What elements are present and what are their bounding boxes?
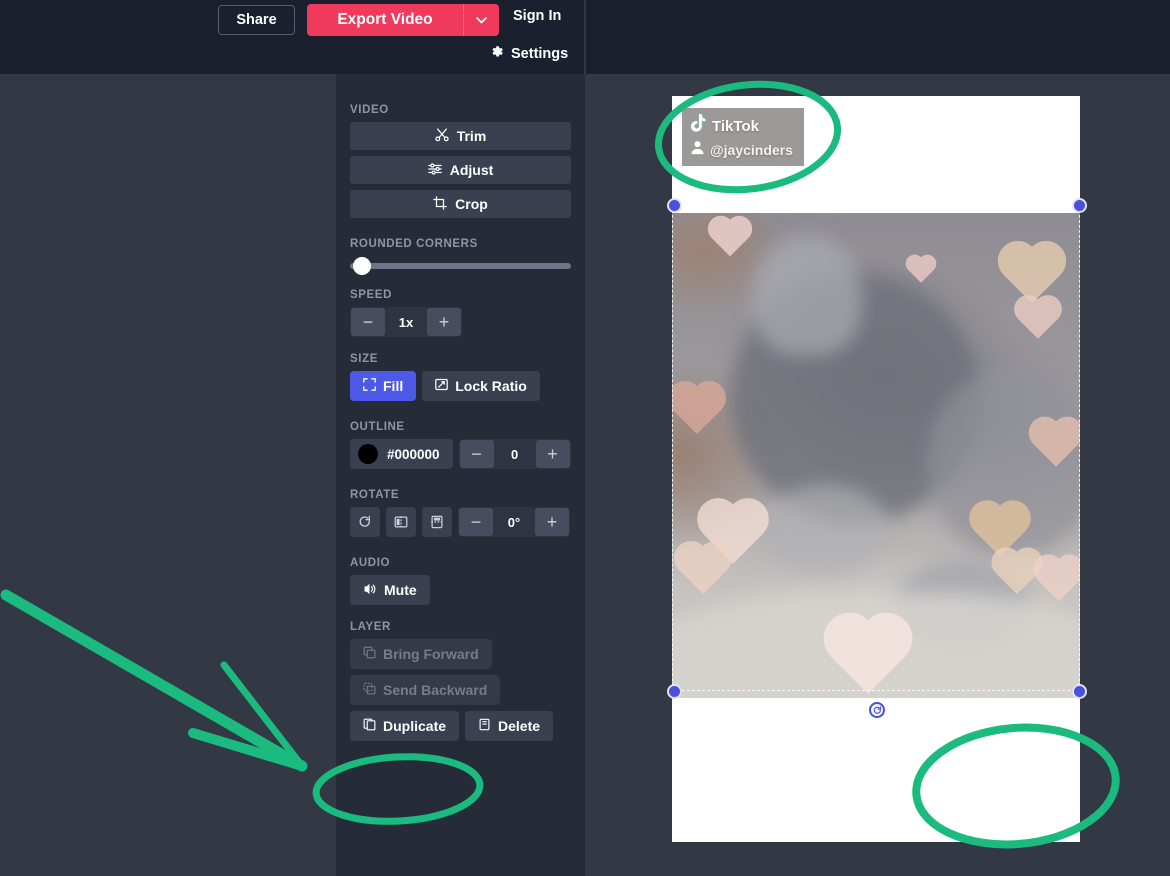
bring-forward-icon — [363, 646, 376, 662]
section-layer-label: LAYER — [350, 621, 391, 633]
send-backward-row: Send Backward — [350, 675, 571, 705]
send-backward-label: Send Backward — [383, 682, 488, 698]
topbar-left: Share Export Video Sign In Settings — [0, 0, 585, 74]
rotate-cw-icon[interactable] — [350, 507, 380, 537]
crop-label: Crop — [455, 196, 488, 212]
bring-forward-label: Bring Forward — [383, 646, 479, 662]
duplicate-button[interactable]: Duplicate — [350, 711, 460, 741]
outline-color-value: #000000 — [387, 446, 440, 462]
rounded-corners-slider-knob[interactable] — [353, 257, 371, 275]
duplicate-icon — [363, 718, 376, 734]
speaker-icon — [363, 582, 377, 599]
watermark-brand-line: TikTok — [690, 114, 796, 138]
properties-panel: VIDEO Trim Adjust Crop ROUNDED CORNERS S… — [336, 74, 585, 876]
share-button[interactable]: Share — [218, 5, 295, 35]
outline-width-stepper: − 0 + — [458, 439, 571, 469]
send-backward-button[interactable]: Send Backward — [350, 675, 501, 705]
size-options: Fill Lock Ratio — [350, 371, 571, 401]
watermark-user-line: @jaycinders — [690, 140, 796, 160]
section-video-label: VIDEO — [350, 104, 389, 116]
video-clip[interactable] — [672, 213, 1080, 698]
person-icon — [690, 140, 705, 160]
cat-ear-shape — [752, 235, 862, 355]
delete-label: Delete — [498, 718, 541, 734]
rounded-corners-slider[interactable] — [350, 257, 571, 275]
selection-handle-bottom-left[interactable] — [667, 684, 682, 699]
lock-ratio-icon — [435, 378, 449, 394]
left-empty-area — [0, 74, 336, 876]
rotate-angle-stepper: − 0° + — [458, 507, 570, 537]
outline-decrease-button[interactable]: − — [459, 440, 494, 468]
selection-handle-top-right[interactable] — [1072, 198, 1087, 213]
section-speed-label: SPEED — [350, 289, 392, 301]
section-outline-label: OUTLINE — [350, 421, 405, 433]
scissors-icon — [435, 127, 449, 145]
preview-area[interactable]: TikTok @jaycinders — [585, 74, 1170, 876]
app-root: Share Export Video Sign In Settings a8c9… — [0, 0, 1170, 876]
mute-label: Mute — [384, 582, 417, 598]
tiktok-note-icon — [690, 114, 707, 138]
section-rounded-corners-label: ROUNDED CORNERS — [350, 238, 478, 250]
fill-expand-icon — [363, 378, 376, 394]
topbar-right: a8c97450c1afefb3c0577c9b727b... Audio Su… — [585, 0, 1170, 74]
outline-width-value: 0 — [510, 446, 519, 462]
fill-button[interactable]: Fill — [350, 371, 417, 401]
delete-button[interactable]: Delete — [465, 711, 554, 741]
mute-button[interactable]: Mute — [350, 575, 430, 605]
lock-ratio-label: Lock Ratio — [455, 378, 527, 394]
section-rotate-label: ROTATE — [350, 489, 400, 501]
fill-label: Fill — [383, 378, 404, 394]
adjust-button[interactable]: Adjust — [350, 156, 571, 184]
settings-button[interactable]: Settings — [489, 44, 568, 63]
speed-value: 1x — [398, 314, 414, 330]
speed-stepper: − 1x + — [350, 307, 462, 337]
export-video-button[interactable]: Export Video — [307, 4, 463, 36]
bring-forward-row: Bring Forward — [350, 639, 571, 669]
watermark-user-label: @jaycinders — [710, 142, 793, 158]
rotate-angle-value: 0° — [507, 514, 521, 530]
layer-action-row: Duplicate Delete — [350, 711, 571, 741]
crop-button[interactable]: Crop — [350, 190, 571, 218]
duplicate-label: Duplicate — [383, 718, 447, 734]
trim-button[interactable]: Trim — [350, 122, 571, 150]
section-audio-label: AUDIO — [350, 557, 391, 569]
flip-vertical-icon[interactable] — [422, 507, 452, 537]
lock-ratio-button[interactable]: Lock Ratio — [422, 371, 540, 401]
adjust-label: Adjust — [449, 162, 494, 178]
chevron-down-icon[interactable] — [463, 4, 499, 36]
cat-muzzle-shape — [760, 485, 890, 575]
bring-forward-button[interactable]: Bring Forward — [350, 639, 492, 669]
audio-controls: Mute — [350, 575, 571, 605]
tiktok-watermark: TikTok @jaycinders — [682, 108, 804, 166]
rotate-handle-icon[interactable] — [869, 702, 885, 718]
video-canvas[interactable]: TikTok @jaycinders — [672, 96, 1080, 842]
send-backward-icon — [363, 682, 376, 698]
crop-icon — [433, 195, 447, 213]
outline-increase-button[interactable]: + — [535, 440, 570, 468]
flip-horizontal-icon[interactable] — [386, 507, 416, 537]
rotate-increase-button[interactable]: + — [535, 508, 569, 536]
section-size-label: SIZE — [350, 353, 378, 365]
selection-handle-top-left[interactable] — [667, 198, 682, 213]
speed-increase-button[interactable]: + — [427, 308, 461, 336]
watermark-brand-label: TikTok — [712, 117, 759, 135]
gear-icon — [489, 44, 504, 63]
speed-decrease-button[interactable]: − — [351, 308, 385, 336]
topbar-divider — [584, 0, 586, 74]
sign-in-button[interactable]: Sign In — [513, 8, 561, 24]
export-video-group: Export Video — [307, 4, 499, 36]
outline-color-picker[interactable]: #000000 — [350, 439, 453, 469]
settings-label: Settings — [511, 45, 569, 62]
outline-controls: #000000 − 0 + — [350, 439, 571, 469]
selection-handle-bottom-right[interactable] — [1072, 684, 1087, 699]
trim-label: Trim — [456, 128, 487, 144]
trash-icon — [478, 718, 491, 734]
sliders-icon — [427, 162, 442, 179]
rotate-decrease-button[interactable]: − — [459, 508, 493, 536]
rotate-controls: − 0° + — [350, 507, 571, 537]
outline-color-swatch — [358, 444, 378, 464]
